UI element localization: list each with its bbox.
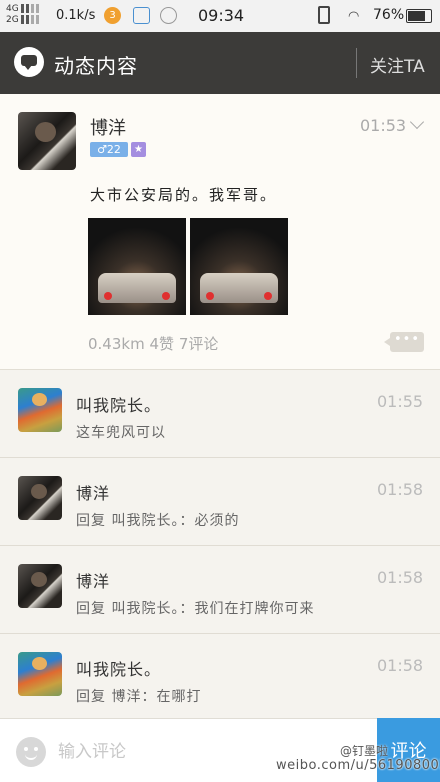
comment-item[interactable]: 叫我院长。 01:58 回复 博洋：在哪打 (0, 634, 440, 722)
post-photo[interactable] (190, 218, 288, 315)
clock: 09:34 (198, 6, 245, 25)
signal-indicator: 4G 2G (6, 4, 39, 26)
post-text: 大市公安局的。我军哥。 (90, 186, 278, 204)
comment-item[interactable]: 博洋 01:58 回复 叫我院长。：我们在打牌你可来 (0, 546, 440, 634)
sync-icon (160, 7, 177, 24)
signal-bars-icon (20, 4, 39, 13)
vibrate-icon (318, 6, 330, 24)
comment-author[interactable]: 博洋 (76, 568, 110, 592)
watermark-url: weibo.com/u/5619080034 (276, 758, 440, 773)
network-speed: 0.1k/s (56, 8, 96, 23)
post-likes[interactable]: 4赞 (149, 335, 174, 353)
comment-text: 这车兜风可以 (76, 425, 166, 441)
notification-icon: 3 (104, 7, 121, 24)
avatar[interactable] (18, 112, 76, 170)
header-divider (356, 48, 357, 78)
post-author[interactable]: 博洋 (90, 114, 126, 140)
follow-button[interactable]: 关注TA (370, 52, 425, 77)
avatar[interactable] (18, 564, 62, 608)
avatar[interactable] (18, 476, 62, 520)
comment-author[interactable]: 叫我院长。 (76, 392, 161, 416)
wifi-icon: ◠ (348, 9, 360, 24)
more-options-button[interactable]: ••• (384, 332, 424, 352)
vip-badge: ★ (131, 142, 146, 157)
app-header: 动态内容 关注TA (0, 32, 440, 94)
post-photo[interactable] (88, 218, 186, 315)
emoji-icon[interactable] (16, 737, 46, 767)
comment-item[interactable]: 博洋 01:58 回复 叫我院长。：必须的 (0, 458, 440, 546)
comment-author[interactable]: 叫我院长。 (76, 656, 161, 680)
status-bar: 4G 2G 0.1k/s 3 09:34 ◠ 76% (0, 0, 440, 32)
avatar[interactable] (18, 388, 62, 432)
signal-bars-icon (20, 15, 39, 24)
comment-item[interactable]: 叫我院长。 01:55 这车兜风可以 (0, 370, 440, 458)
watermark-handle: @钉墨啦 (340, 744, 389, 758)
comment-time: 01:55 (377, 392, 424, 411)
comment-text: 回复 叫我院长。：必须的 (76, 513, 240, 529)
comment-author[interactable]: 博洋 (76, 480, 110, 504)
page-title: 动态内容 (54, 54, 138, 78)
battery-percent: 76% (373, 7, 405, 23)
comment-time: 01:58 (377, 656, 424, 675)
comment-text: 回复 叫我院长。：我们在打牌你可来 (76, 601, 315, 617)
post-comments[interactable]: 7评论 (179, 335, 219, 353)
post-time: 01:53 (360, 116, 407, 135)
post-distance: 0.43km (88, 335, 145, 353)
battery-icon (406, 9, 432, 23)
gender-age-badge: ♂22 (90, 142, 128, 157)
post-meta: 0.43km 4赞 7评论 (88, 333, 218, 354)
app-notify-icon (133, 7, 150, 24)
chat-bubble-icon[interactable] (14, 47, 44, 77)
comment-time: 01:58 (377, 568, 424, 587)
avatar[interactable] (18, 652, 62, 696)
comment-text: 回复 博洋：在哪打 (76, 689, 202, 705)
comment-time: 01:58 (377, 480, 424, 499)
